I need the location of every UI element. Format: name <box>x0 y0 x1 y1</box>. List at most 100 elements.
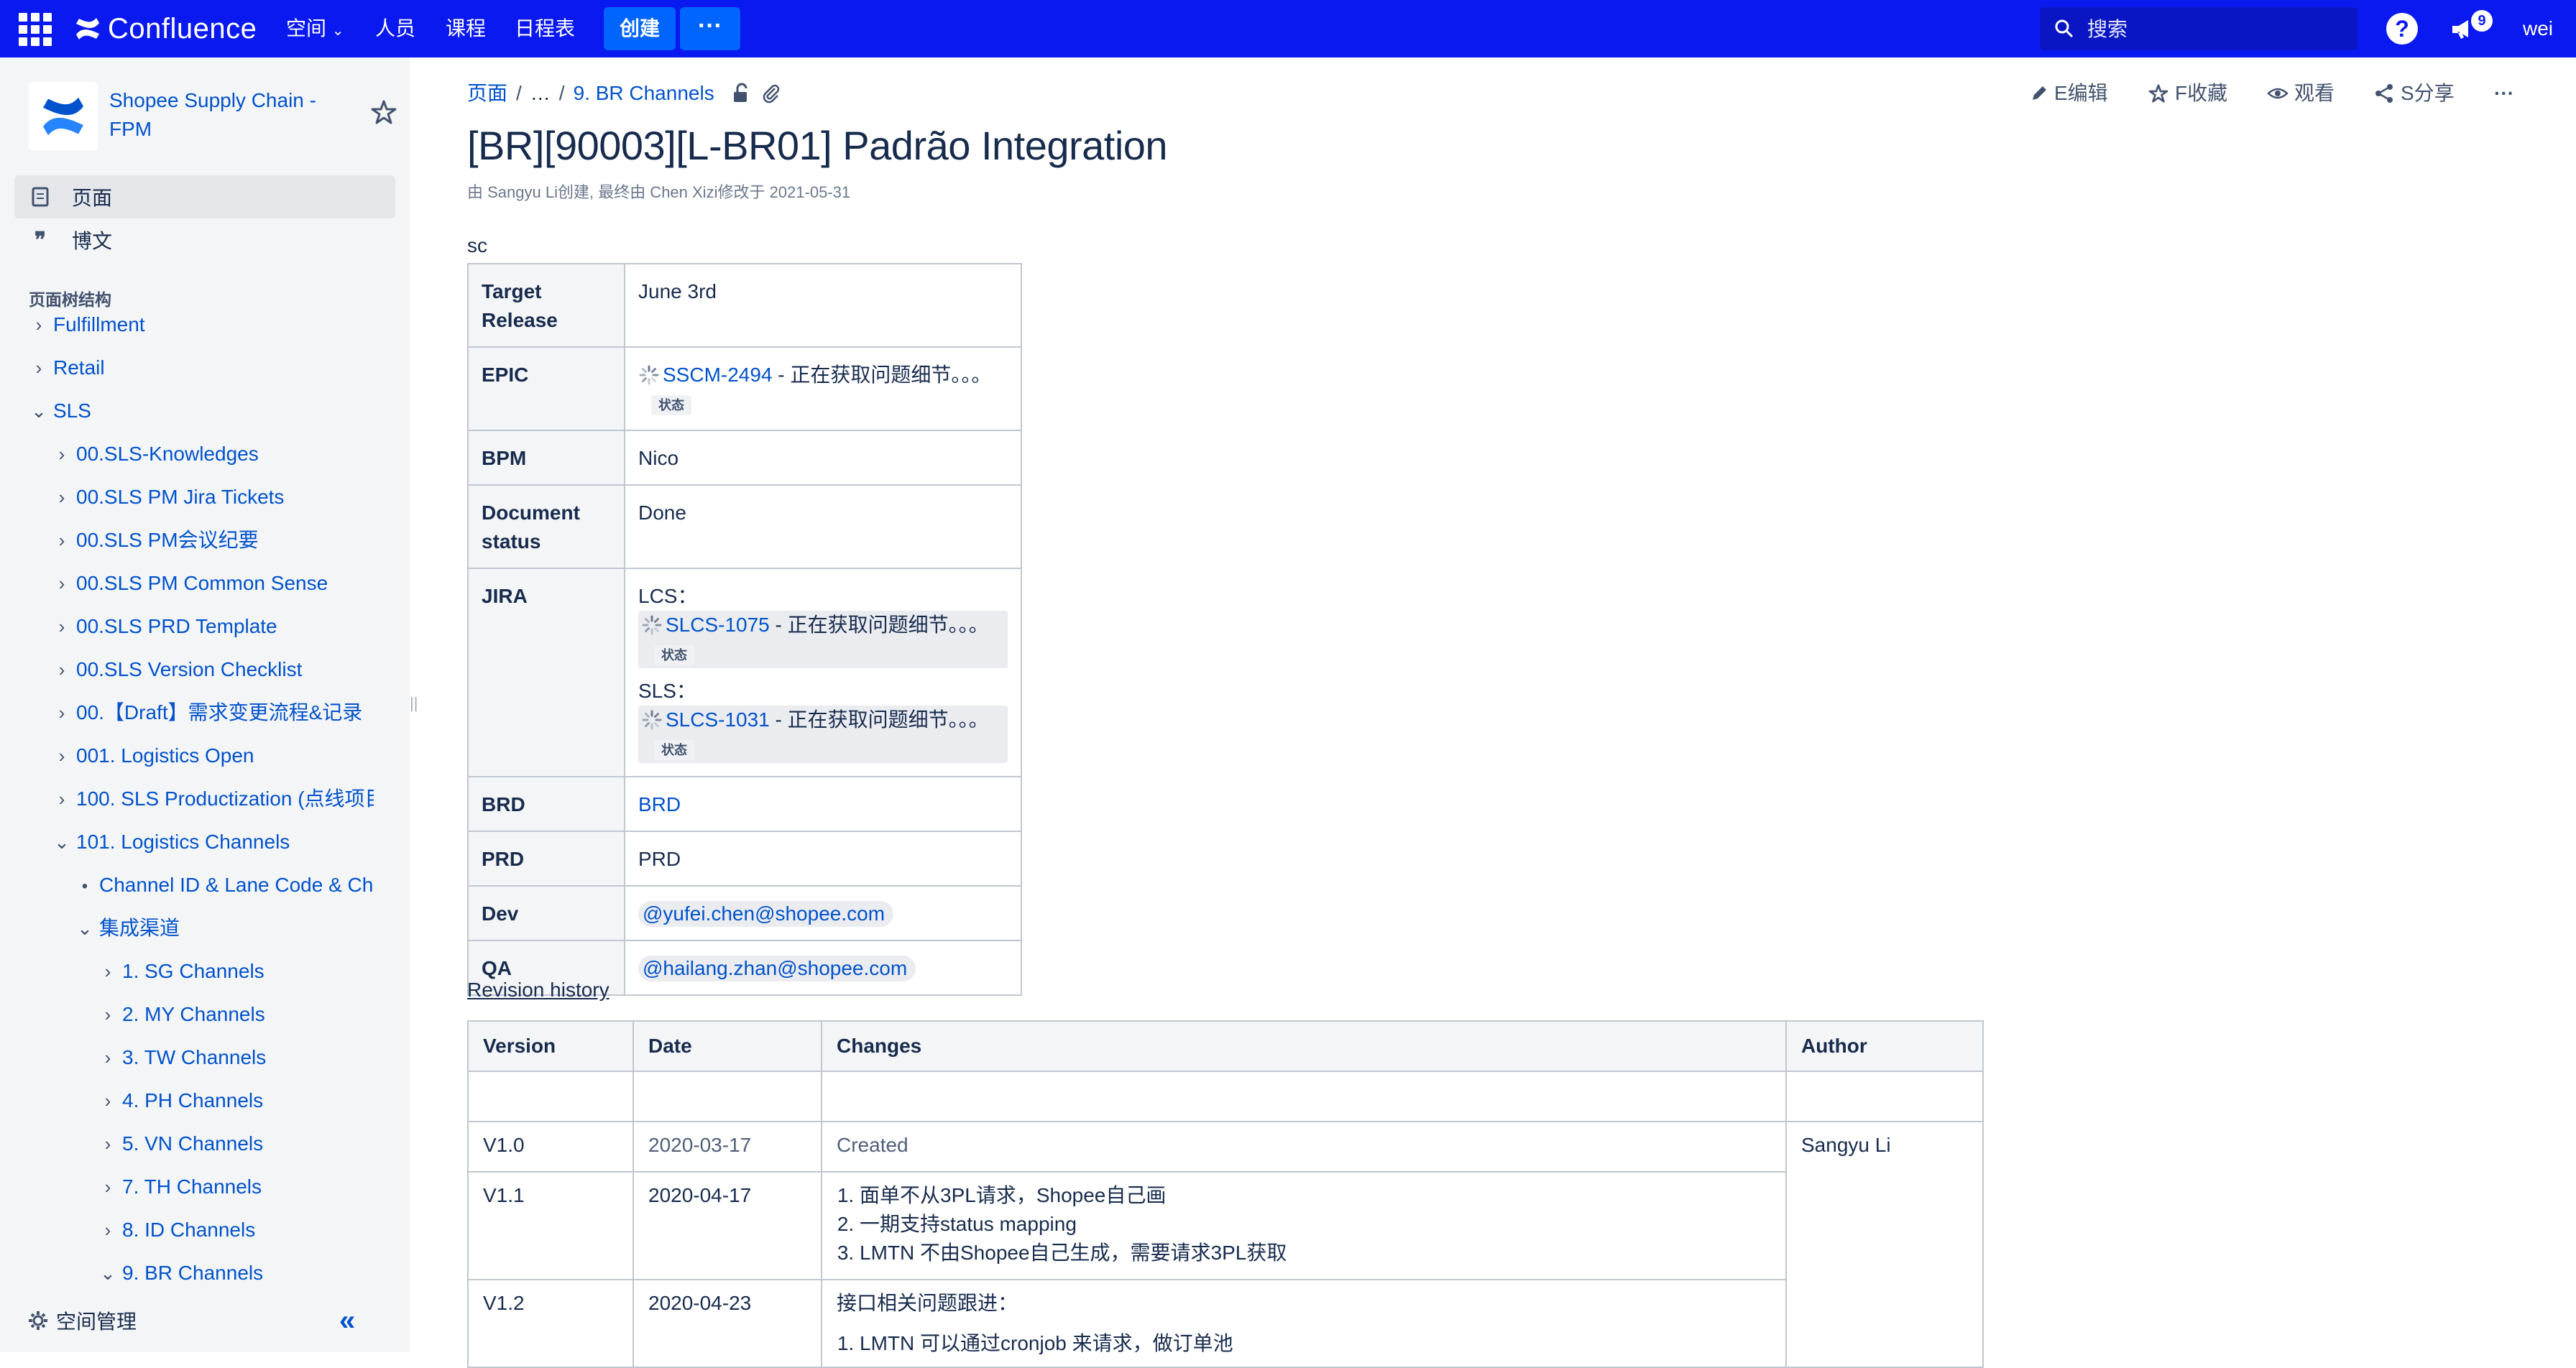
chevron-down-icon[interactable]: ⌄ <box>75 914 95 943</box>
chevron-right-icon[interactable]: › <box>98 957 118 986</box>
nav-calendar[interactable]: 日程表 <box>515 13 575 45</box>
collapse-sidebar-icon[interactable]: « <box>339 1305 355 1337</box>
sidebar-resize-handle[interactable]: || <box>410 694 420 716</box>
table-value-cell: Done <box>624 484 1022 569</box>
chevron-right-icon[interactable]: › <box>52 612 72 641</box>
sidebar-tree-item[interactable]: › 100. SLS Productization (点线项目) <box>52 785 374 813</box>
sidebar-item-blog[interactable]: ❞ 博文 <box>29 218 112 262</box>
help-icon[interactable]: ? <box>2386 13 2418 45</box>
nav-spaces-label: 空间 <box>286 17 327 40</box>
sidebar-tree-item[interactable]: › 1. SG Channels <box>98 957 374 986</box>
confluence-logo[interactable]: Confluence <box>73 9 257 49</box>
list-item: LMTN 不由Shopee自己生成，需要请求3PL获取 <box>860 1239 1771 1267</box>
sidebar-tree-item[interactable]: ⌄ 101. Logistics Channels <box>52 828 374 856</box>
sidebar-tree-item[interactable]: › 00.SLS PM Common Sense <box>52 569 374 598</box>
chevron-right-icon[interactable]: › <box>98 1173 118 1201</box>
sidebar-tree-item[interactable]: › 00.SLS PM Jira Tickets <box>52 483 374 512</box>
edit-button[interactable]: E编辑 <box>2030 79 2108 108</box>
table-cell <box>467 1071 634 1122</box>
space-logo[interactable] <box>29 82 98 151</box>
app-switcher-icon[interactable] <box>19 13 55 46</box>
sidebar-tree-item[interactable]: ⌄ 集成渠道 <box>75 914 374 943</box>
sidebar-tree-item[interactable]: ⌄ SLS <box>29 397 374 425</box>
sidebar-item-pages[interactable]: 页面 <box>29 175 112 218</box>
user-mention[interactable]: @hailang.zhan@shopee.com <box>638 956 916 981</box>
sidebar-tree-item[interactable]: › 2. MY Channels <box>98 1000 374 1029</box>
search-box[interactable] <box>2040 7 2358 52</box>
jira-issue-macro[interactable]: SSCM-2494 - 正在获取问题细节。。。状态 <box>638 361 1008 418</box>
chevron-right-icon[interactable]: › <box>98 1216 118 1244</box>
chevron-down-icon[interactable]: ⌄ <box>52 828 72 856</box>
sidebar-tree-item[interactable]: › 8. ID Channels <box>98 1216 374 1244</box>
nav-spaces[interactable]: 空间 ⌄ <box>286 13 344 45</box>
chevron-right-icon[interactable]: › <box>29 310 49 339</box>
more-actions-button[interactable]: ··· <box>2494 79 2514 108</box>
create-more-button[interactable]: ··· <box>680 7 740 50</box>
tree-item-label: 8. ID Channels <box>122 1219 256 1241</box>
chevron-right-icon[interactable]: › <box>52 785 72 813</box>
chevron-right-icon[interactable]: › <box>98 1043 118 1072</box>
chevron-right-icon[interactable]: › <box>52 655 72 684</box>
user-menu[interactable]: wei <box>2523 13 2553 45</box>
chevron-right-icon[interactable]: › <box>52 483 72 512</box>
sidebar-tree-item[interactable]: • Channel ID & Lane Code & Channel <box>75 871 374 900</box>
sidebar-tree-item[interactable]: › 00.SLS PRD Template <box>52 612 374 641</box>
share-button[interactable]: S分享 <box>2373 79 2455 108</box>
sidebar-tree-item[interactable]: › 3. TW Channels <box>98 1043 374 1072</box>
tree-item-label: 00.SLS PRD Template <box>76 615 277 637</box>
create-button[interactable]: 创建 <box>604 7 676 50</box>
jira-issue-key[interactable]: SLCS-1031 <box>666 708 770 731</box>
breadcrumb-parent[interactable]: 9. BR Channels <box>574 79 714 108</box>
changes-list: LMTN 可以通过cronjob 来请求，做订单池 <box>837 1329 1771 1358</box>
brd-link[interactable]: BRD <box>638 793 681 815</box>
chevron-right-icon[interactable]: › <box>52 741 72 770</box>
table-row <box>467 1071 1984 1122</box>
table-cell: Sangyu Li <box>1785 1121 1984 1368</box>
sidebar-footer: 空间管理 « <box>0 1293 410 1352</box>
chevron-right-icon[interactable]: › <box>98 1129 118 1158</box>
attachment-icon[interactable] <box>760 83 782 104</box>
sidebar-tree-item[interactable]: › 4. PH Channels <box>98 1086 374 1115</box>
sidebar-tree-item[interactable]: › 00.【Draft】需求变更流程&记录 <box>52 698 374 727</box>
nav-people[interactable]: 人员 <box>375 13 415 45</box>
share-icon <box>2375 84 2393 103</box>
tree-item-label: 2. MY Channels <box>122 1003 265 1025</box>
sidebar-tree-item[interactable]: › 001. Logistics Open <box>52 741 374 770</box>
sidebar-tree-item[interactable]: › 7. TH Channels <box>98 1173 374 1201</box>
chevron-right-icon[interactable]: › <box>52 569 72 598</box>
chevron-right-icon[interactable]: › <box>29 353 49 382</box>
star-icon[interactable] <box>369 98 398 126</box>
user-mention[interactable]: @yufei.chen@shopee.com <box>638 901 894 927</box>
sidebar-tree-item[interactable]: › 5. VN Channels <box>98 1129 374 1158</box>
unlock-icon[interactable] <box>730 83 752 104</box>
chevron-right-icon[interactable]: › <box>52 698 72 727</box>
jira-issue-key[interactable]: SSCM-2494 <box>663 364 773 386</box>
space-settings-label: 空间管理 <box>56 1311 137 1333</box>
save-for-later-button[interactable]: F收藏 <box>2148 79 2227 108</box>
chevron-right-icon[interactable]: › <box>52 526 72 555</box>
sidebar-tree-item[interactable]: › Fulfillment <box>29 310 374 339</box>
sidebar-tree-item[interactable]: › 00.SLS Version Checklist <box>52 655 374 684</box>
sidebar-tree-item[interactable]: ⌄ 9. BR Channels <box>98 1259 374 1288</box>
tree-item-label: 00.SLS PM Jira Tickets <box>76 486 285 508</box>
watch-button[interactable]: 观看 <box>2267 79 2334 108</box>
sidebar-tree-item[interactable]: › Retail <box>29 353 374 382</box>
notifications-button[interactable]: 9 <box>2450 10 2493 47</box>
chevron-down-icon[interactable]: ⌄ <box>29 397 49 425</box>
jira-issue-key[interactable]: SLCS-1075 <box>666 614 770 636</box>
loading-spinner-icon <box>642 710 662 730</box>
space-settings-button[interactable]: 空间管理 <box>27 1306 137 1335</box>
search-input[interactable] <box>2086 7 2347 52</box>
breadcrumb-pages[interactable]: 页面 <box>467 79 507 108</box>
jira-issue-macro[interactable]: SLCS-1031 - 正在获取问题细节。。。状态 <box>638 706 1008 763</box>
chevron-right-icon[interactable]: › <box>98 1086 118 1115</box>
chevron-down-icon[interactable]: ⌄ <box>98 1259 118 1288</box>
jira-issue-macro[interactable]: SLCS-1075 - 正在获取问题细节。。。状态 <box>638 611 1008 668</box>
nav-courses[interactable]: 课程 <box>446 13 486 45</box>
chevron-right-icon[interactable]: › <box>98 1000 118 1029</box>
chevron-right-icon[interactable]: › <box>52 440 72 468</box>
sidebar-tree-item[interactable]: › 00.SLS PM会议纪要 <box>52 526 374 555</box>
sidebar-tree-item[interactable]: › 00.SLS-Knowledges <box>52 440 374 468</box>
breadcrumb-ellipsis[interactable]: … <box>530 79 551 108</box>
space-name-link[interactable]: Shopee Supply Chain - FPM <box>109 86 346 144</box>
